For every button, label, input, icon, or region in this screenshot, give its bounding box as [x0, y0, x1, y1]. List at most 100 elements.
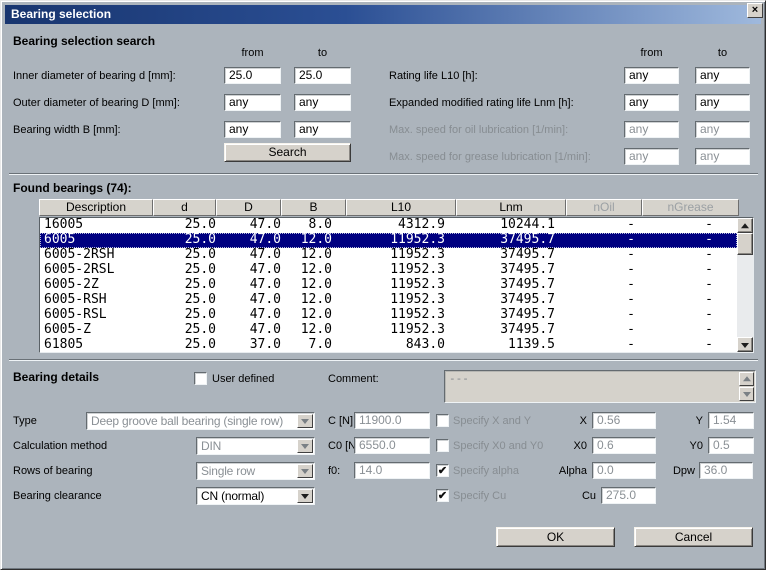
- param-field-Alpha: 0.0: [592, 462, 656, 479]
- cell-nGrease: -: [653, 308, 713, 323]
- cell-B: 12.0: [270, 248, 332, 263]
- column-header-B[interactable]: B: [281, 199, 346, 216]
- search-button[interactable]: Search: [224, 143, 351, 162]
- combo-value: DIN: [201, 438, 296, 454]
- table-row[interactable]: 1600525.047.08.04312.910244.1--: [40, 218, 737, 233]
- cell-description: 6005-2RSL: [44, 263, 152, 278]
- user-defined-checkbox[interactable]: [194, 372, 207, 385]
- cell-Lnm: 37495.7: [455, 248, 555, 263]
- scroll-up-button[interactable]: [737, 218, 753, 233]
- details-combo-4[interactable]: CN (normal): [196, 487, 315, 505]
- cell-nGrease: -: [653, 233, 713, 248]
- search-right-from-field[interactable]: any: [624, 67, 679, 84]
- to-column-header-right: to: [695, 47, 750, 59]
- table-row[interactable]: 6180525.037.07.0843.01139.5--: [40, 338, 737, 352]
- search-left-from-field[interactable]: any: [224, 121, 281, 138]
- from-column-header-right: from: [624, 47, 679, 59]
- search-right-from-field[interactable]: any: [624, 94, 679, 111]
- cell-nGrease: -: [653, 278, 713, 293]
- table-row[interactable]: 6005-RSH25.047.012.011952.337495.7--: [40, 293, 737, 308]
- table-row[interactable]: 6005-2Z25.047.012.011952.337495.7--: [40, 278, 737, 293]
- cell-nOil: -: [575, 218, 635, 233]
- cell-Lnm: 1139.5: [455, 338, 555, 352]
- cell-L10: 4312.9: [345, 218, 445, 233]
- details-left-label: Calculation method: [13, 440, 107, 452]
- column-header-description[interactable]: Description: [39, 199, 153, 216]
- param-label-Y: Y: [661, 415, 703, 427]
- column-header-nGrease[interactable]: nGrease: [642, 199, 739, 216]
- cell-L10: 11952.3: [345, 308, 445, 323]
- cell-d: 25.0: [154, 323, 216, 338]
- comment-scroll-down-button[interactable]: [739, 387, 754, 401]
- specify-checkbox-3[interactable]: ✔: [436, 464, 449, 477]
- cell-d: 25.0: [154, 248, 216, 263]
- search-left-to-field[interactable]: any: [294, 94, 351, 111]
- search-left-to-field[interactable]: any: [294, 121, 351, 138]
- table-row[interactable]: 600525.047.012.011952.337495.7--: [40, 233, 737, 248]
- specify-checkbox-2[interactable]: [436, 439, 449, 452]
- table-row[interactable]: 6005-Z25.047.012.011952.337495.7--: [40, 323, 737, 338]
- cell-nGrease: -: [653, 248, 713, 263]
- details-left-label: Bearing clearance: [13, 490, 102, 502]
- combo-dropdown-button[interactable]: [297, 489, 313, 503]
- param-field-X: 0.56: [592, 412, 656, 429]
- cell-nOil: -: [575, 278, 635, 293]
- cell-L10: 11952.3: [345, 233, 445, 248]
- chevron-down-icon: [301, 494, 309, 499]
- details-combo-1: Deep groove ball bearing (single row): [86, 412, 315, 430]
- search-right-row-label: Rating life L10 [h]:: [389, 70, 478, 82]
- ok-button[interactable]: OK: [496, 527, 615, 547]
- search-right-to-field[interactable]: any: [695, 94, 750, 111]
- table-row[interactable]: 6005-2RSH25.047.012.011952.337495.7--: [40, 248, 737, 263]
- cell-description: 16005: [44, 218, 152, 233]
- cell-d: 25.0: [154, 218, 216, 233]
- cell-B: 12.0: [270, 263, 332, 278]
- cell-L10: 11952.3: [345, 323, 445, 338]
- cell-L10: 11952.3: [345, 248, 445, 263]
- comment-scroll-up-button[interactable]: [739, 372, 754, 386]
- chevron-down-icon: [301, 419, 309, 424]
- column-header-nOil[interactable]: nOil: [566, 199, 642, 216]
- column-header-Lnm[interactable]: Lnm: [456, 199, 566, 216]
- search-left-to-field[interactable]: 25.0: [294, 67, 351, 84]
- cell-description: 6005-RSH: [44, 293, 152, 308]
- specify-checkbox-1[interactable]: [436, 414, 449, 427]
- search-right-to-field: any: [695, 121, 750, 138]
- specify-checkbox-4[interactable]: ✔: [436, 489, 449, 502]
- comment-value: ---: [449, 372, 469, 385]
- list-scrollbar[interactable]: [737, 218, 753, 352]
- search-left-from-field[interactable]: 25.0: [224, 67, 281, 84]
- cell-B: 7.0: [270, 338, 332, 352]
- cell-d: 25.0: [154, 278, 216, 293]
- cell-d: 25.0: [154, 338, 216, 352]
- cell-nOil: -: [575, 233, 635, 248]
- search-right-from-field: any: [624, 121, 679, 138]
- column-header-d[interactable]: d: [153, 199, 216, 216]
- cell-nGrease: -: [653, 218, 713, 233]
- scroll-down-button[interactable]: [737, 337, 753, 352]
- details-left-label: Rows of bearing: [13, 465, 93, 477]
- cell-d: 25.0: [154, 308, 216, 323]
- cell-Lnm: 37495.7: [455, 308, 555, 323]
- param-field-Cu: 275.0: [601, 487, 656, 504]
- search-left-from-field[interactable]: any: [224, 94, 281, 111]
- chevron-down-icon: [301, 469, 309, 474]
- column-header-L10[interactable]: L10: [346, 199, 456, 216]
- down-arrow-icon: [743, 392, 751, 397]
- close-button[interactable]: ×: [747, 3, 763, 18]
- column-header-D[interactable]: D: [216, 199, 281, 216]
- cell-nOil: -: [575, 293, 635, 308]
- titlebar[interactable]: Bearing selection: [5, 5, 761, 24]
- search-right-to-field[interactable]: any: [695, 67, 750, 84]
- up-arrow-icon: [743, 376, 751, 381]
- table-row[interactable]: 6005-RSL25.047.012.011952.337495.7--: [40, 308, 737, 323]
- combo-value: CN (normal): [201, 488, 296, 504]
- cell-description: 6005-2Z: [44, 278, 152, 293]
- cell-B: 12.0: [270, 323, 332, 338]
- cell-nGrease: -: [653, 323, 713, 338]
- cancel-button[interactable]: Cancel: [634, 527, 753, 547]
- cell-B: 12.0: [270, 278, 332, 293]
- scroll-thumb[interactable]: [737, 233, 753, 255]
- table-row[interactable]: 6005-2RSL25.047.012.011952.337495.7--: [40, 263, 737, 278]
- found-bearings-list[interactable]: 1600525.047.08.04312.910244.1--600525.04…: [39, 217, 754, 353]
